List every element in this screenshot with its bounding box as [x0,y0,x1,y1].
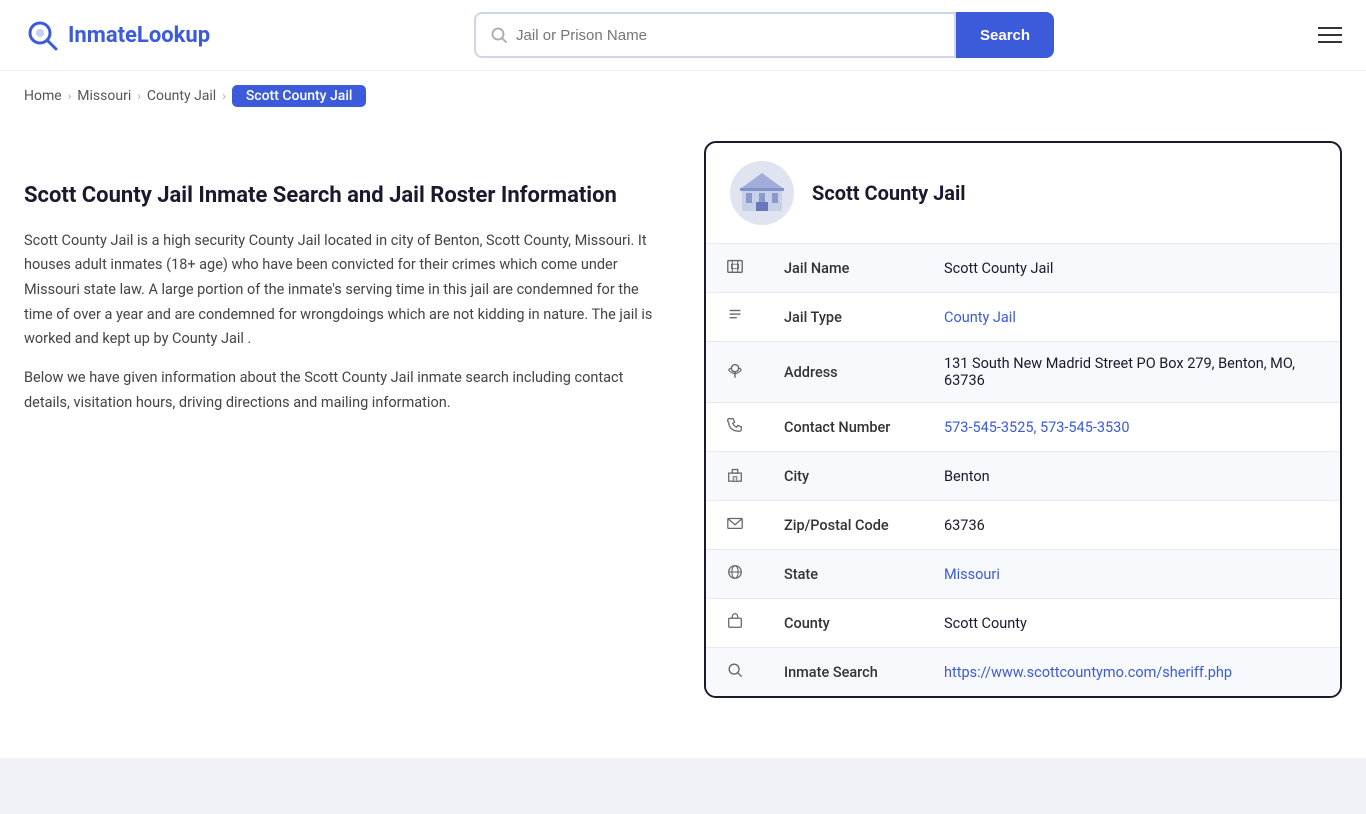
row-label: Zip/Postal Code [764,501,924,550]
table-row: Contact Number 573-545-3525, 573-545-3530 [706,403,1340,452]
hamburger-line-2 [1318,34,1342,36]
card-title: Scott County Jail [812,181,966,205]
left-panel: Scott County Jail Inmate Search and Jail… [24,141,664,698]
row-value[interactable]: County Jail [924,293,1340,342]
row-label: Jail Type [764,293,924,342]
city-icon [706,452,764,501]
table-row: Address131 South New Madrid Street PO Bo… [706,342,1340,403]
table-row: State Missouri [706,550,1340,599]
table-row: Jail Type County Jail [706,293,1340,342]
list-icon [706,293,764,342]
info-table: Jail NameScott County JailJail Type Count… [706,244,1340,696]
jail-avatar [730,161,794,225]
page-heading: Scott County Jail Inmate Search and Jail… [24,181,664,211]
row-value: 131 South New Madrid Street PO Box 279, … [924,342,1340,403]
description-para-1: Scott County Jail is a high security Cou… [24,229,664,352]
row-link[interactable]: 573-545-3525, 573-545-3530 [944,419,1129,436]
footer [0,758,1366,814]
county-icon [706,599,764,648]
row-label: Contact Number [764,403,924,452]
row-label: Jail Name [764,244,924,293]
row-value: Scott County Jail [924,244,1340,293]
hamburger-line-3 [1318,41,1342,43]
row-label: County [764,599,924,648]
table-row: CityBenton [706,452,1340,501]
logo-text: InmateLookup [68,23,210,48]
card-header: Scott County Jail [706,143,1340,244]
breadcrumb-current: Scott County Jail [232,85,367,107]
search-input[interactable] [516,27,940,44]
hamburger-menu[interactable] [1318,27,1342,43]
breadcrumb-state[interactable]: Missouri [77,88,131,104]
table-row: Jail NameScott County Jail [706,244,1340,293]
main-content: Scott County Jail Inmate Search and Jail… [0,121,1366,738]
pin-icon [706,342,764,403]
search-button[interactable]: Search [956,12,1054,58]
logo-icon [24,17,60,53]
table-row: Zip/Postal Code63736 [706,501,1340,550]
row-value: 63736 [924,501,1340,550]
info-card: Scott County Jail Jail NameScott County … [704,141,1342,698]
search-icon [490,26,508,44]
row-label: Address [764,342,924,403]
description-para-2: Below we have given information about th… [24,366,664,415]
breadcrumb-sep-2: › [137,89,141,103]
search-area: Search [474,12,1054,58]
row-label: Inmate Search [764,648,924,697]
jail-icon [706,244,764,293]
row-label: City [764,452,924,501]
row-link[interactable]: https://www.scottcountymo.com/sheriff.ph… [944,664,1232,681]
row-value: Scott County [924,599,1340,648]
breadcrumb: Home › Missouri › County Jail › Scott Co… [0,71,1366,121]
globe-icon [706,550,764,599]
row-link[interactable]: County Jail [944,309,1016,326]
breadcrumb-sep-1: › [68,89,72,103]
search-icon [706,648,764,697]
row-value[interactable]: Missouri [924,550,1340,599]
search-wrapper [474,12,956,58]
row-value[interactable]: https://www.scottcountymo.com/sheriff.ph… [924,648,1340,697]
breadcrumb-home[interactable]: Home [24,88,62,104]
breadcrumb-sep-3: › [222,89,226,103]
breadcrumb-type[interactable]: County Jail [147,88,216,104]
row-label: State [764,550,924,599]
courthouse-icon [738,169,786,217]
mail-icon [706,501,764,550]
site-header: InmateLookup Search [0,0,1366,71]
table-row: Inmate Search https://www.scottcountymo.c… [706,648,1340,697]
row-value[interactable]: 573-545-3525, 573-545-3530 [924,403,1340,452]
logo-link[interactable]: InmateLookup [24,17,210,53]
row-value: Benton [924,452,1340,501]
hamburger-line-1 [1318,27,1342,29]
row-link[interactable]: Missouri [944,566,1000,583]
phone-icon [706,403,764,452]
table-row: CountyScott County [706,599,1340,648]
right-panel: Scott County Jail Jail NameScott County … [704,141,1342,698]
